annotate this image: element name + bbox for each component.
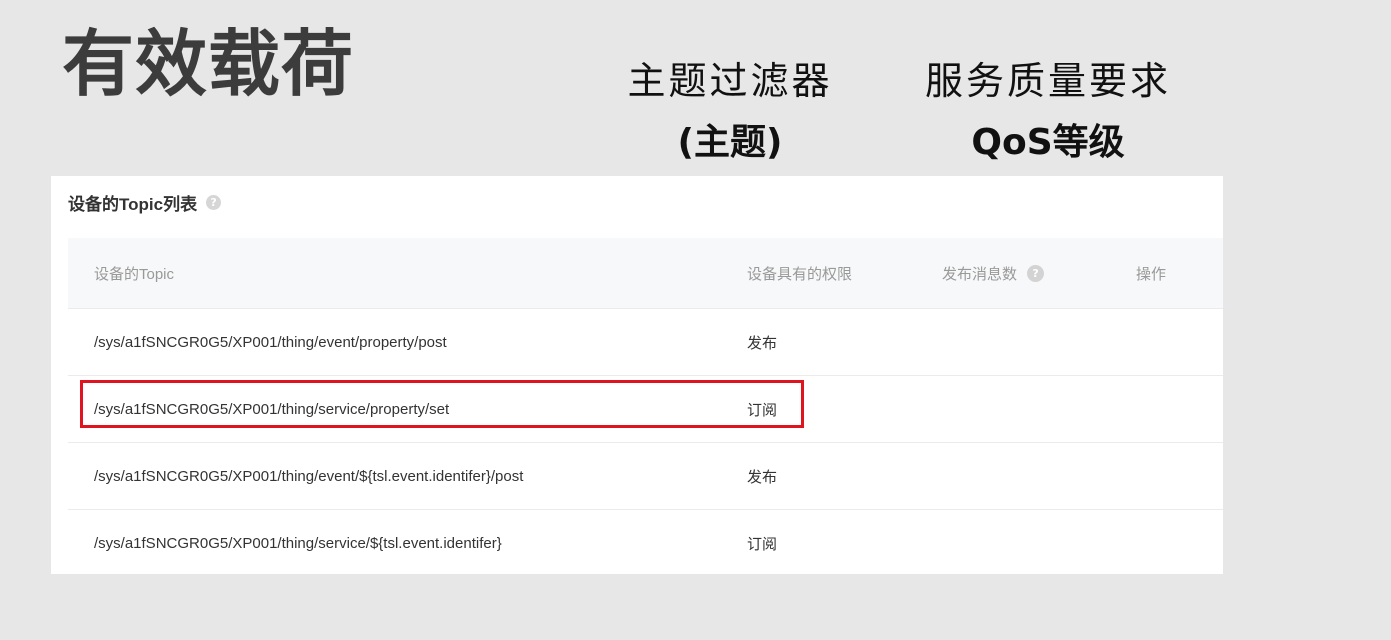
table-header: 设备的Topic 设备具有的权限 发布消息数 ? 操作 [68, 238, 1223, 308]
slide-title: 有效载荷 [62, 22, 355, 106]
qos-label-group: 服务质量要求 QoS等级 [918, 58, 1178, 166]
header-publish-count: 发布消息数 ? [942, 238, 1045, 308]
permission-cell: 发布 [747, 468, 778, 486]
highlight-box [80, 380, 804, 428]
qos-sublabel: QoS等级 [971, 122, 1125, 163]
topic-list-panel: 设备的Topic列表 ? 设备的Topic 设备具有的权限 发布消息数 ? 操作… [51, 176, 1223, 574]
header-permission: 设备具有的权限 [747, 265, 853, 283]
header-topic: 设备的Topic [94, 265, 175, 283]
header-publish-count-label: 发布消息数 [942, 265, 1018, 283]
table-row: /sys/a1fSNCGR0G5/XP001/thing/event/prope… [68, 308, 1223, 375]
topic-filter-label-group: 主题过滤器 (主题) [620, 58, 840, 166]
permission-cell: 发布 [747, 334, 778, 352]
panel-title: 设备的Topic列表 ? [68, 190, 222, 215]
help-icon[interactable]: ? [206, 195, 222, 210]
panel-title-text: 设备的Topic列表 [68, 195, 198, 214]
topic-cell: /sys/a1fSNCGR0G5/XP001/thing/event/${tsl… [94, 467, 524, 485]
topic-filter-label: 主题过滤器 [627, 59, 833, 103]
qos-label: 服务质量要求 [924, 59, 1171, 103]
help-icon[interactable]: ? [1027, 264, 1045, 282]
header-operation: 操作 [1136, 265, 1167, 283]
topic-cell: /sys/a1fSNCGR0G5/XP001/thing/event/prope… [94, 333, 447, 351]
permission-cell: 订阅 [747, 535, 778, 553]
table-row: /sys/a1fSNCGR0G5/XP001/thing/event/${tsl… [68, 442, 1223, 509]
topic-filter-sublabel: (主题) [677, 122, 783, 163]
table-row: /sys/a1fSNCGR0G5/XP001/thing/service/${t… [68, 509, 1223, 576]
topic-cell: /sys/a1fSNCGR0G5/XP001/thing/service/${t… [94, 534, 502, 552]
